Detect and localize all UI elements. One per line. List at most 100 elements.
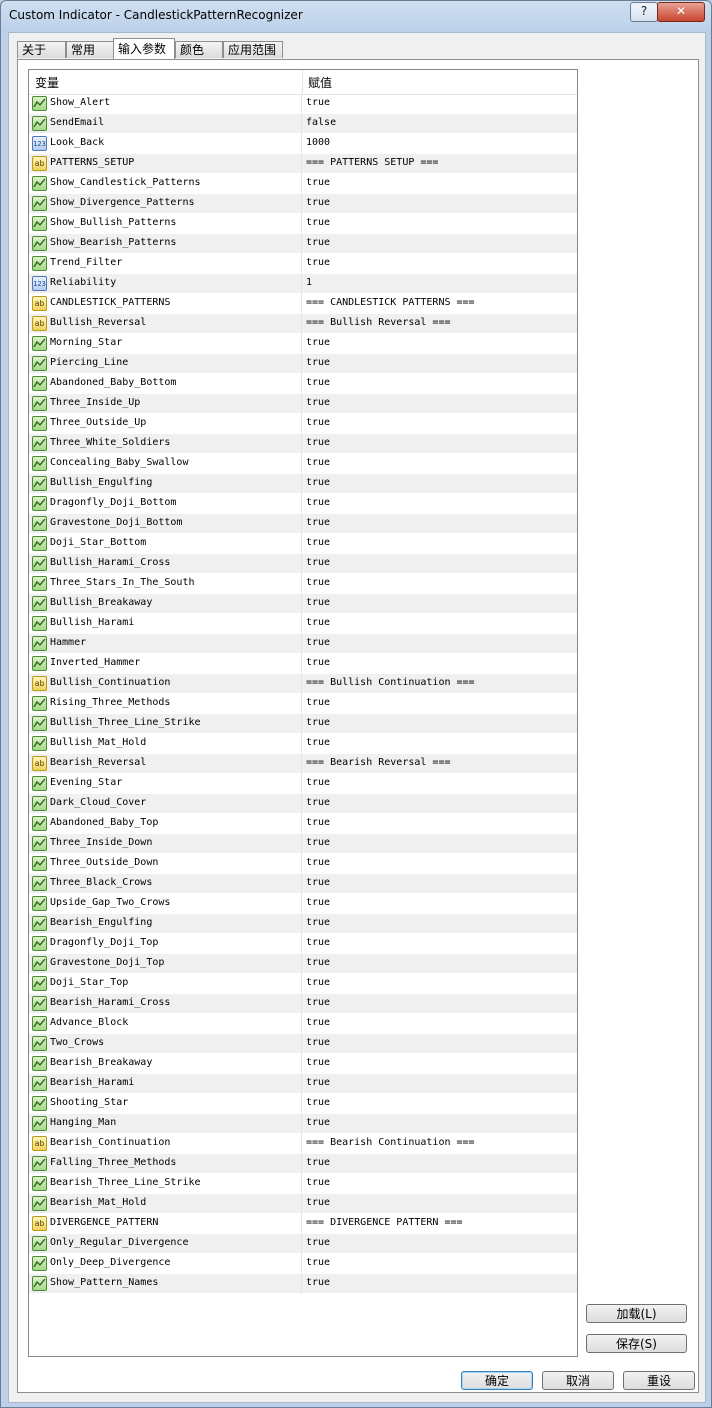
- table-row[interactable]: Bullish_Mat_Hold true: [29, 734, 577, 754]
- table-row[interactable]: Show_Bearish_Patterns true: [29, 234, 577, 254]
- variable-value[interactable]: true: [306, 237, 330, 248]
- variable-value[interactable]: true: [306, 897, 330, 908]
- table-row[interactable]: Doji_Star_Top true: [29, 974, 577, 994]
- table-row[interactable]: Bullish_Engulfing true: [29, 474, 577, 494]
- close-button[interactable]: ✕: [657, 2, 705, 22]
- variable-value[interactable]: true: [306, 1037, 330, 1048]
- table-row[interactable]: Bearish_Mat_Hold true: [29, 1194, 577, 1214]
- reset-button[interactable]: 重设: [623, 1371, 695, 1390]
- variable-value[interactable]: true: [306, 717, 330, 728]
- tab-about[interactable]: 关于: [17, 41, 66, 58]
- table-row[interactable]: Trend_Filter true: [29, 254, 577, 274]
- variable-value[interactable]: === CANDLESTICK PATTERNS ===: [306, 297, 475, 308]
- tab-visualization[interactable]: 应用范围: [223, 41, 283, 58]
- variable-value[interactable]: true: [306, 197, 330, 208]
- table-row[interactable]: Bullish_Harami_Cross true: [29, 554, 577, 574]
- table-row[interactable]: Three_Inside_Up true: [29, 394, 577, 414]
- table-row[interactable]: Three_Black_Crows true: [29, 874, 577, 894]
- table-row[interactable]: Three_Outside_Up true: [29, 414, 577, 434]
- variable-value[interactable]: true: [306, 97, 330, 108]
- table-row[interactable]: ab Bullish_Continuation === Bullish Contin…: [29, 674, 577, 694]
- table-row[interactable]: Bullish_Breakaway true: [29, 594, 577, 614]
- variable-value[interactable]: true: [306, 1017, 330, 1028]
- variable-value[interactable]: === Bearish Reversal ===: [306, 757, 451, 768]
- variable-value[interactable]: true: [306, 437, 330, 448]
- table-row[interactable]: Bearish_Three_Line_Strike true: [29, 1174, 577, 1194]
- table-row[interactable]: Bearish_Harami true: [29, 1074, 577, 1094]
- table-row[interactable]: Show_Divergence_Patterns true: [29, 194, 577, 214]
- variable-value[interactable]: true: [306, 577, 330, 588]
- variable-value[interactable]: true: [306, 857, 330, 868]
- column-divider[interactable]: [302, 70, 303, 94]
- load-button[interactable]: 加载(L): [586, 1304, 687, 1323]
- title-bar[interactable]: Custom Indicator - CandlestickPatternRec…: [1, 1, 711, 31]
- table-row[interactable]: Dragonfly_Doji_Bottom true: [29, 494, 577, 514]
- variable-value[interactable]: true: [306, 637, 330, 648]
- variable-value[interactable]: true: [306, 557, 330, 568]
- tab-inputs[interactable]: 输入参数: [113, 38, 175, 59]
- table-row[interactable]: Three_Stars_In_The_South true: [29, 574, 577, 594]
- variable-value[interactable]: === DIVERGENCE PATTERN ===: [306, 1217, 463, 1228]
- table-row[interactable]: Dragonfly_Doji_Top true: [29, 934, 577, 954]
- cancel-button[interactable]: 取消: [542, 1371, 614, 1390]
- variable-value[interactable]: true: [306, 497, 330, 508]
- column-header-value[interactable]: 赋值: [308, 74, 332, 91]
- table-row[interactable]: ab Bearish_Continuation === Bearish Contin…: [29, 1134, 577, 1154]
- variable-value[interactable]: === Bullish Continuation ===: [306, 677, 475, 688]
- table-row[interactable]: Two_Crows true: [29, 1034, 577, 1054]
- variable-value[interactable]: true: [306, 357, 330, 368]
- variable-value[interactable]: true: [306, 1197, 330, 1208]
- variable-value[interactable]: true: [306, 657, 330, 668]
- variable-value[interactable]: true: [306, 937, 330, 948]
- table-row[interactable]: Falling_Three_Methods true: [29, 1154, 577, 1174]
- variable-value[interactable]: true: [306, 797, 330, 808]
- variable-value[interactable]: true: [306, 177, 330, 188]
- variable-value[interactable]: true: [306, 1157, 330, 1168]
- table-row[interactable]: Evening_Star true: [29, 774, 577, 794]
- help-button[interactable]: ?: [630, 2, 658, 22]
- table-row[interactable]: Show_Pattern_Names true: [29, 1274, 577, 1294]
- variable-value[interactable]: true: [306, 1077, 330, 1088]
- table-row[interactable]: Gravestone_Doji_Bottom true: [29, 514, 577, 534]
- table-row[interactable]: Bearish_Engulfing true: [29, 914, 577, 934]
- table-row[interactable]: Show_Bullish_Patterns true: [29, 214, 577, 234]
- table-row[interactable]: ab Bullish_Reversal === Bullish Reversal =…: [29, 314, 577, 334]
- variable-value[interactable]: true: [306, 1097, 330, 1108]
- table-row[interactable]: Rising_Three_Methods true: [29, 694, 577, 714]
- table-row[interactable]: Inverted_Hammer true: [29, 654, 577, 674]
- save-button[interactable]: 保存(S): [586, 1334, 687, 1353]
- table-row[interactable]: 123 Reliability 1: [29, 274, 577, 294]
- variable-value[interactable]: true: [306, 217, 330, 228]
- variable-value[interactable]: true: [306, 957, 330, 968]
- table-row[interactable]: Bearish_Harami_Cross true: [29, 994, 577, 1014]
- table-row[interactable]: Doji_Star_Bottom true: [29, 534, 577, 554]
- table-row[interactable]: Shooting_Star true: [29, 1094, 577, 1114]
- ok-button[interactable]: 确定: [461, 1371, 533, 1390]
- variable-value[interactable]: true: [306, 837, 330, 848]
- variable-value[interactable]: true: [306, 1257, 330, 1268]
- table-row[interactable]: Dark_Cloud_Cover true: [29, 794, 577, 814]
- table-row[interactable]: ab CANDLESTICK_PATTERNS === CANDLESTICK PA…: [29, 294, 577, 314]
- table-row[interactable]: Bullish_Three_Line_Strike true: [29, 714, 577, 734]
- table-row[interactable]: Advance_Block true: [29, 1014, 577, 1034]
- table-row[interactable]: Concealing_Baby_Swallow true: [29, 454, 577, 474]
- table-row[interactable]: Three_White_Soldiers true: [29, 434, 577, 454]
- variable-value[interactable]: true: [306, 877, 330, 888]
- table-row[interactable]: ab Bearish_Reversal === Bearish Reversal =…: [29, 754, 577, 774]
- table-row[interactable]: Show_Candlestick_Patterns true: [29, 174, 577, 194]
- variable-value[interactable]: true: [306, 1057, 330, 1068]
- table-row[interactable]: ab DIVERGENCE_PATTERN === DIVERGENCE PATTE…: [29, 1214, 577, 1234]
- variable-value[interactable]: true: [306, 1237, 330, 1248]
- variable-value[interactable]: true: [306, 1177, 330, 1188]
- variable-value[interactable]: === Bearish Continuation ===: [306, 1137, 475, 1148]
- variable-value[interactable]: true: [306, 817, 330, 828]
- column-header-variable[interactable]: 变量: [35, 74, 59, 91]
- tab-colors[interactable]: 颜色: [175, 41, 223, 58]
- variable-value[interactable]: === PATTERNS SETUP ===: [306, 157, 438, 168]
- table-row[interactable]: Bullish_Harami true: [29, 614, 577, 634]
- variable-value[interactable]: true: [306, 477, 330, 488]
- variable-value[interactable]: false: [306, 117, 336, 128]
- table-row[interactable]: Hammer true: [29, 634, 577, 654]
- table-row[interactable]: Three_Outside_Down true: [29, 854, 577, 874]
- variable-value[interactable]: true: [306, 997, 330, 1008]
